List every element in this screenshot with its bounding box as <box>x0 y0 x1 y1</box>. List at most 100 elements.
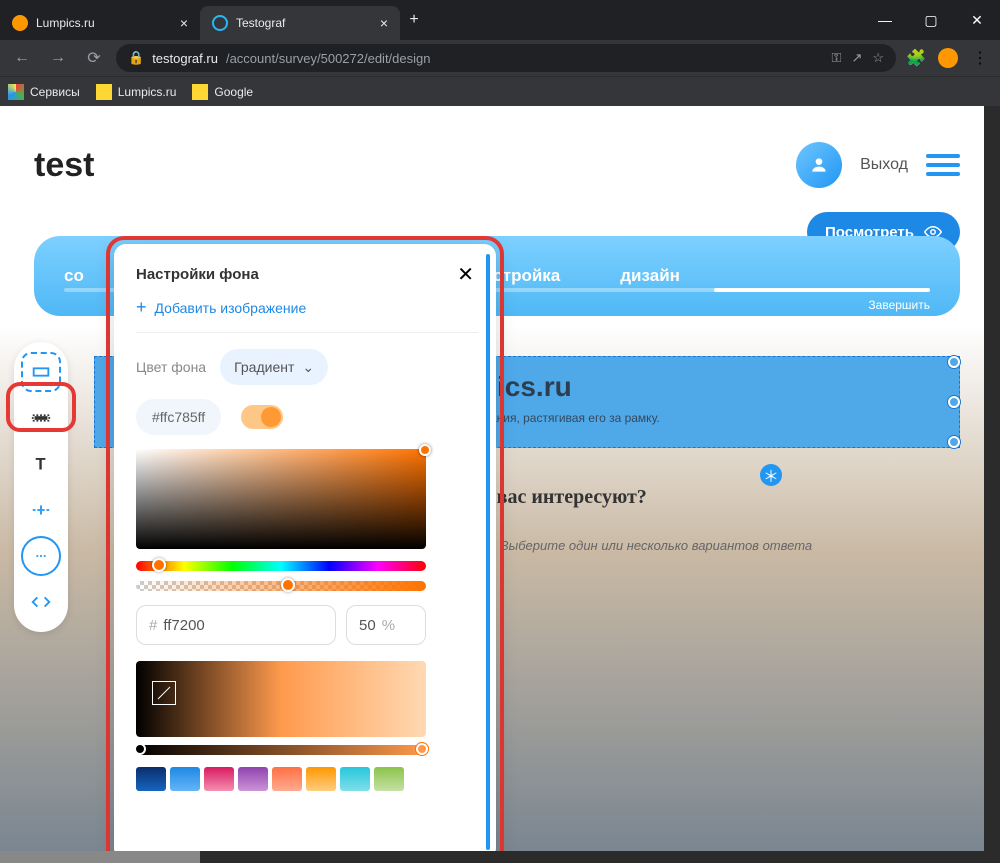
step-create[interactable]: со <box>64 266 84 286</box>
folder-icon <box>192 84 208 100</box>
gradient-stop-handle[interactable] <box>275 683 276 713</box>
button-icon <box>30 545 52 567</box>
avatar[interactable] <box>796 142 842 188</box>
color1-value: #ffc785ff <box>152 409 205 425</box>
close-icon[interactable]: × <box>180 15 188 31</box>
tab-title: Lumpics.ru <box>36 16 95 30</box>
horizontal-scrollbar[interactable] <box>0 851 984 863</box>
swatch[interactable] <box>136 767 166 791</box>
hex-prefix: # <box>149 617 157 634</box>
bookmarks-bar: Сервисы Lumpics.ru Google <box>0 76 1000 106</box>
question-rest: вас интересуют? <box>492 486 647 508</box>
svg-text:T: T <box>36 456 46 474</box>
alpha-slider[interactable] <box>136 581 426 591</box>
logo: test <box>34 146 94 185</box>
gradient-handle[interactable] <box>134 743 146 755</box>
color-mode-select[interactable]: Градиент ⌄ <box>220 349 328 385</box>
scrollbar[interactable] <box>486 254 490 850</box>
handle[interactable] <box>948 356 960 368</box>
picker-cursor[interactable] <box>419 444 431 456</box>
apps-icon <box>8 84 24 100</box>
finish-link[interactable]: Завершить <box>868 298 930 312</box>
slider-thumb[interactable] <box>281 578 295 592</box>
gradient-preview[interactable] <box>136 661 426 737</box>
header-right: Выход <box>796 142 960 188</box>
hex-value: ff7200 <box>163 617 204 634</box>
close-icon[interactable]: × <box>380 15 388 31</box>
code-icon <box>30 591 52 613</box>
divider-icon <box>30 499 52 521</box>
url-path: /account/survey/500272/edit/design <box>226 51 431 66</box>
user-icon <box>809 155 829 175</box>
favicon-icon <box>212 15 228 31</box>
scroll-thumb[interactable] <box>0 851 200 863</box>
slider-thumb[interactable] <box>152 558 166 572</box>
tab-lumpics[interactable]: Lumpics.ru × <box>0 6 200 40</box>
titlebar: Lumpics.ru × Testograf × + — ▢ ✕ <box>0 0 1000 40</box>
gradient-bar[interactable] <box>136 745 426 755</box>
color-toggle[interactable] <box>241 405 283 429</box>
add-image-button[interactable]: + Добавить изображение <box>136 297 496 318</box>
color1-pill[interactable]: #ffc785ff <box>136 399 221 435</box>
extensions-button[interactable]: 🧩 <box>904 46 928 70</box>
bookmark-google[interactable]: Google <box>192 84 253 100</box>
chevron-down-icon: ⌄ <box>302 359 314 376</box>
window-controls: — ▢ ✕ <box>862 0 1000 40</box>
key-icon[interactable]: ⚿ <box>832 50 842 66</box>
alpha-input[interactable]: 50 % <box>346 605 426 645</box>
star-icon[interactable]: ☆ <box>872 50 884 66</box>
bookmark-label: Google <box>214 85 253 99</box>
new-tab-button[interactable]: + <box>400 6 428 34</box>
bookmark-services[interactable]: Сервисы <box>8 84 80 100</box>
hex-input[interactable]: # ff7200 <box>136 605 336 645</box>
text-icon: T <box>30 453 52 475</box>
resize-handles <box>948 356 960 448</box>
bookmark-label: Сервисы <box>30 85 80 99</box>
url-field[interactable]: 🔒 testograf.ru/account/survey/500272/edi… <box>116 44 896 72</box>
tool-button[interactable] <box>21 536 61 576</box>
tab-testograf[interactable]: Testograf × <box>200 6 400 40</box>
step-design[interactable]: дизайн <box>620 266 680 286</box>
swatch[interactable] <box>340 767 370 791</box>
tab-title: Testograf <box>236 16 285 30</box>
close-window-button[interactable]: ✕ <box>954 0 1000 40</box>
profile-avatar[interactable] <box>936 46 960 70</box>
vertical-scrollbar[interactable] <box>984 106 1000 851</box>
highlight-annotation <box>6 382 76 432</box>
swatch[interactable] <box>204 767 234 791</box>
tool-text[interactable]: T <box>21 444 61 484</box>
add-element-button[interactable]: ＊ <box>760 464 782 486</box>
minimize-button[interactable]: — <box>862 0 908 40</box>
menu-icon[interactable] <box>926 154 960 176</box>
swatch[interactable] <box>238 767 268 791</box>
handle[interactable] <box>948 396 960 408</box>
favicon-icon <box>12 15 28 31</box>
saturation-picker[interactable] <box>136 449 426 549</box>
alpha-unit: % <box>382 617 395 634</box>
gradient-handle[interactable] <box>416 743 428 755</box>
popup-title: Настройки фона <box>136 266 259 283</box>
tool-divider[interactable] <box>21 490 61 530</box>
back-button[interactable]: ← <box>8 44 36 72</box>
question-hint: Выберите один или несколько вариантов от… <box>500 538 812 553</box>
swatch[interactable] <box>170 767 200 791</box>
background-settings-popup: Настройки фона ✕ + Добавить изображение … <box>114 244 496 851</box>
url-host: testograf.ru <box>152 51 218 66</box>
close-icon[interactable]: ✕ <box>457 262 474 287</box>
forward-button[interactable]: → <box>44 44 72 72</box>
tool-code[interactable] <box>21 582 61 622</box>
folder-icon <box>96 84 112 100</box>
swatch[interactable] <box>374 767 404 791</box>
swatch[interactable] <box>306 767 336 791</box>
hue-slider[interactable] <box>136 561 426 571</box>
gradient-stop-none[interactable] <box>152 681 176 705</box>
menu-button[interactable]: ⋮ <box>968 46 992 70</box>
handle[interactable] <box>948 436 960 448</box>
reload-button[interactable]: ⟳ <box>80 44 108 72</box>
bookmark-lumpics[interactable]: Lumpics.ru <box>96 84 177 100</box>
maximize-button[interactable]: ▢ <box>908 0 954 40</box>
swatch[interactable] <box>272 767 302 791</box>
share-icon[interactable]: ↗ <box>851 50 862 66</box>
swatch-row <box>136 767 496 791</box>
exit-link[interactable]: Выход <box>860 156 908 174</box>
